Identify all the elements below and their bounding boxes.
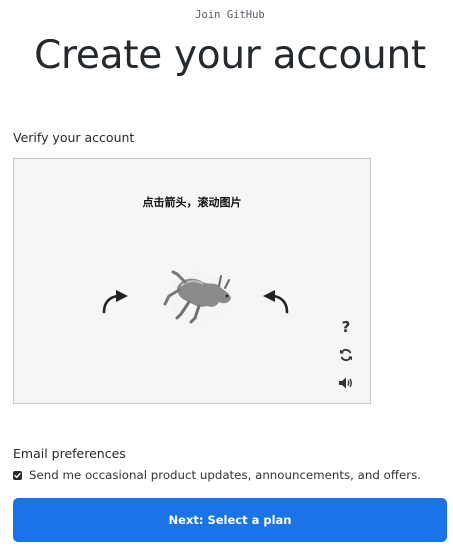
captcha-image (159, 266, 237, 328)
speaker-icon[interactable] (336, 373, 356, 393)
email-opt-in-checkbox[interactable] (13, 470, 22, 480)
next-select-plan-button[interactable]: Next: Select a plan (13, 498, 447, 542)
page-title: Create your account (34, 33, 426, 78)
rotate-left-arrow-icon[interactable] (100, 287, 132, 315)
checkmark-icon (14, 472, 21, 478)
captcha-instruction: 点击箭头，滚动图片 (142, 196, 242, 209)
verify-account-label: Verify your account (13, 130, 135, 145)
email-preferences-label: Email preferences (13, 446, 126, 461)
rotate-right-arrow-icon[interactable] (259, 287, 291, 315)
captcha-widget: 点击箭头，滚动图片 ? (13, 158, 371, 404)
email-opt-in-row: Send me occasional product updates, anno… (13, 468, 421, 482)
join-github-label: Join GitHub (195, 9, 265, 21)
refresh-icon[interactable] (336, 345, 356, 365)
help-icon[interactable]: ? (336, 317, 356, 337)
email-opt-in-label[interactable]: Send me occasional product updates, anno… (29, 468, 421, 482)
